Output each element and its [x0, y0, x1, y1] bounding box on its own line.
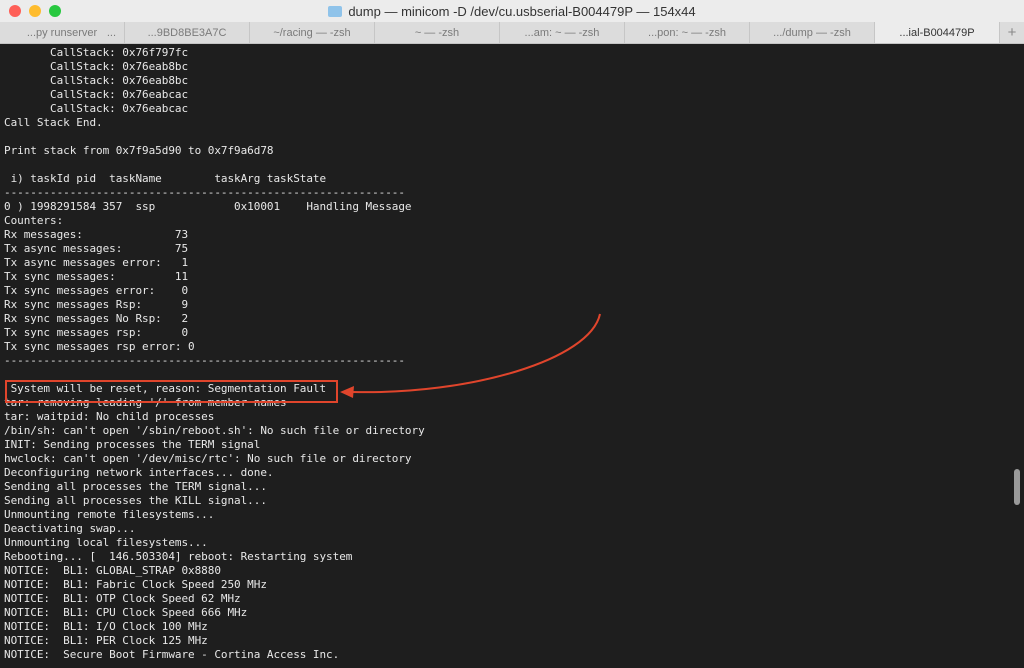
annotation-arrow — [0, 0, 1024, 668]
